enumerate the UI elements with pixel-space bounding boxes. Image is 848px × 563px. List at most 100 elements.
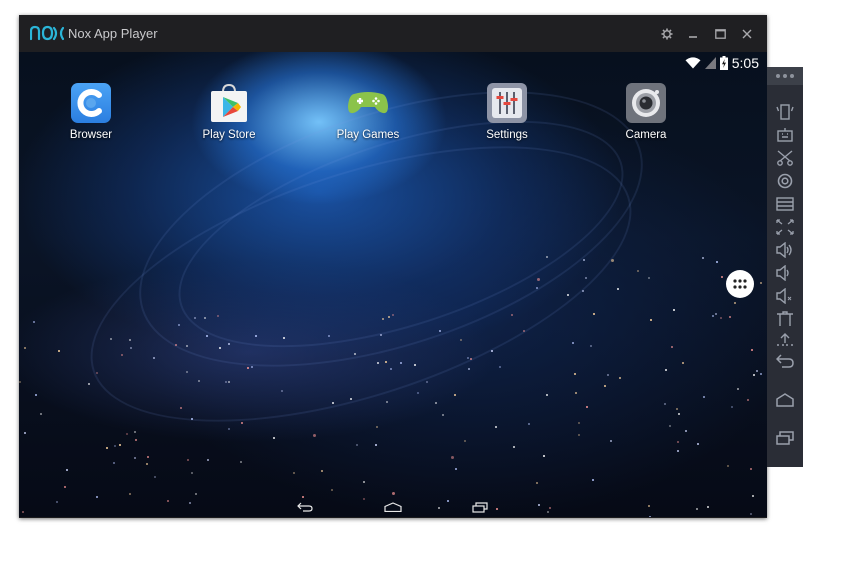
camera-icon (625, 82, 667, 124)
star (513, 445, 516, 448)
star (617, 287, 620, 290)
star (468, 368, 471, 371)
star (146, 456, 149, 459)
back-icon (776, 354, 794, 368)
star (185, 344, 188, 347)
home-button[interactable] (773, 391, 797, 409)
star (545, 255, 548, 258)
back-icon (297, 502, 313, 512)
star (414, 363, 417, 366)
star (571, 341, 574, 344)
nox-window: Nox App Player 5:05 Browser Play Store P… (19, 15, 767, 518)
star (241, 422, 244, 425)
nox-logo-icon (30, 25, 64, 41)
star (128, 493, 131, 496)
nav-back-button[interactable] (292, 500, 318, 514)
app-browser[interactable]: Browser (41, 82, 141, 141)
install-apk-button[interactable] (773, 330, 797, 348)
target-icon (777, 173, 793, 189)
star (592, 479, 595, 482)
android-nav-bar (19, 497, 767, 517)
star (374, 444, 377, 447)
play-games-icon (347, 82, 389, 124)
star (190, 472, 193, 475)
minimize-button[interactable] (682, 23, 704, 45)
star (759, 372, 762, 375)
uninstall-button[interactable] (773, 310, 797, 328)
window-title: Nox App Player (68, 26, 158, 41)
nav-recents-button[interactable] (467, 500, 493, 514)
star (282, 337, 285, 340)
title-bar[interactable]: Nox App Player (19, 15, 767, 52)
star (331, 488, 333, 491)
star (715, 312, 718, 315)
scissors-icon (777, 150, 793, 166)
volume-down-button[interactable] (773, 264, 797, 282)
star (696, 443, 699, 446)
star (681, 362, 684, 365)
star (611, 258, 615, 262)
recents-button[interactable] (773, 429, 797, 447)
star (703, 396, 706, 399)
app-label: Play Store (202, 129, 256, 141)
star (313, 433, 317, 437)
star (574, 391, 577, 394)
star (577, 433, 580, 436)
app-drawer-button[interactable] (726, 270, 754, 298)
close-icon (742, 29, 752, 39)
android-screen[interactable]: 5:05 Browser Play Store Play Games Setti… (19, 52, 767, 517)
star (751, 349, 754, 352)
screenshot-button[interactable] (773, 149, 797, 167)
volume-down-icon (776, 265, 789, 281)
star (528, 423, 531, 426)
battery-charging-icon (719, 56, 728, 70)
star (392, 492, 396, 496)
star (665, 368, 668, 371)
app-play-games[interactable]: Play Games (318, 82, 418, 141)
location-button[interactable] (773, 172, 797, 190)
star (273, 436, 276, 439)
maximize-button[interactable] (709, 23, 731, 45)
star (66, 469, 69, 472)
star (677, 441, 680, 444)
mute-button[interactable] (773, 287, 797, 305)
star (578, 421, 581, 424)
more-button[interactable] (767, 67, 803, 85)
app-play-store[interactable]: Play Store (179, 82, 279, 141)
star (356, 444, 358, 447)
app-settings[interactable]: Settings (457, 82, 557, 141)
trash-icon (777, 311, 793, 326)
app-camera[interactable]: Camera (596, 82, 696, 141)
volume-up-button[interactable] (773, 241, 797, 259)
star (197, 379, 200, 382)
star (146, 462, 149, 465)
star (721, 275, 724, 278)
keyboard-button[interactable] (773, 195, 797, 213)
play-store-icon (208, 82, 250, 124)
star (375, 425, 378, 428)
robot-icon (777, 128, 793, 142)
star (112, 462, 115, 465)
star (610, 439, 613, 442)
fullscreen-icon (776, 219, 794, 235)
star (664, 402, 666, 405)
rotate-screen-button[interactable] (773, 103, 797, 121)
status-bar: 5:05 (685, 54, 759, 72)
star (24, 431, 27, 434)
settings-button[interactable] (656, 23, 678, 45)
star (726, 464, 729, 467)
star (535, 481, 538, 484)
star (292, 471, 295, 474)
star (677, 449, 680, 452)
star (677, 413, 680, 416)
close-button[interactable] (736, 23, 758, 45)
star (24, 347, 27, 350)
robot-button[interactable] (773, 126, 797, 144)
star (175, 343, 178, 346)
star (464, 439, 467, 442)
star (227, 427, 230, 430)
back-button[interactable] (773, 352, 797, 370)
nav-home-button[interactable] (380, 500, 406, 514)
star (746, 399, 749, 402)
fullscreen-button[interactable] (773, 218, 797, 236)
